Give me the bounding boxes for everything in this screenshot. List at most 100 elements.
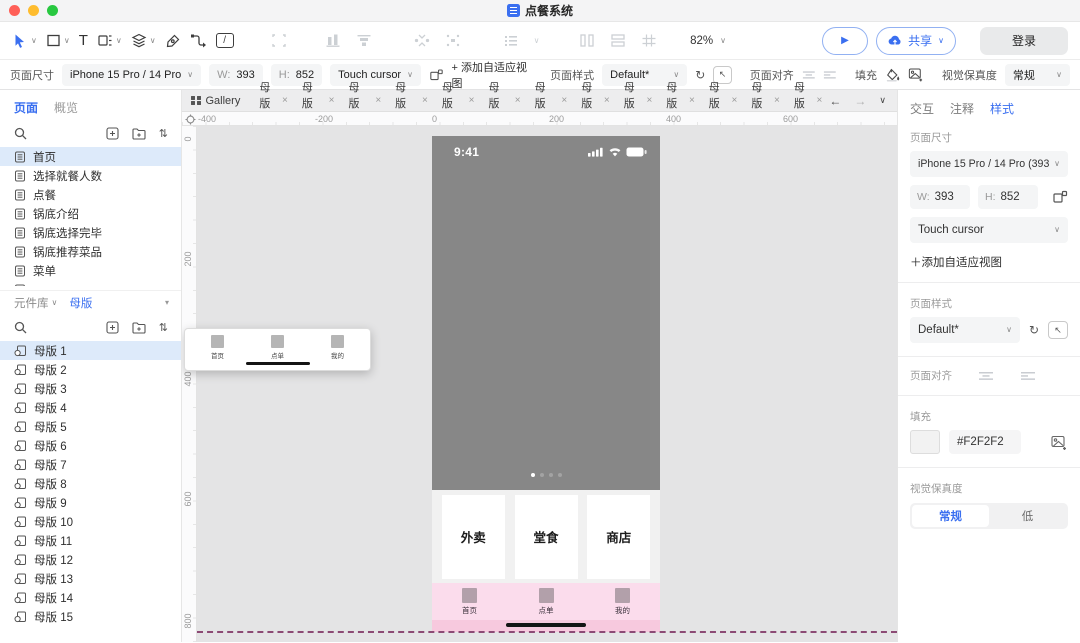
fidelity-option[interactable]: 低 — [989, 505, 1066, 527]
close-icon[interactable]: × — [604, 95, 610, 106]
bottom-nav-item[interactable]: 我的 — [615, 588, 630, 616]
tab-style[interactable]: 样式 — [990, 100, 1014, 117]
align-rows-left-icon[interactable] — [1020, 370, 1036, 382]
master-list-item[interactable]: 母版 6 — [0, 436, 181, 455]
preview-play-button[interactable]: ▶ — [822, 27, 868, 55]
tabs-forward-icon[interactable]: → — [854, 94, 866, 108]
reset-style-icon[interactable]: ↻ — [695, 68, 705, 82]
chevron-down-icon[interactable]: ∨ — [31, 37, 37, 45]
canvas-tab[interactable]: 母版 5 × — [744, 90, 787, 112]
slash-command-button[interactable]: / — [216, 33, 234, 48]
page-list-item[interactable]: 锅底推荐菜品 — [0, 242, 181, 261]
pick-style-icon[interactable]: ↖ — [1048, 321, 1068, 339]
height-field[interactable]: H: 852 — [978, 185, 1038, 209]
fill-swatch[interactable] — [910, 430, 940, 454]
width-field[interactable]: W: 393 — [910, 185, 970, 209]
fill-hex-field[interactable]: #F2F2F2 — [949, 430, 1021, 454]
master-preview-popup[interactable]: 首页 点单 我的 — [184, 328, 371, 371]
close-icon[interactable]: × — [469, 95, 475, 106]
cursor-style-select[interactable]: Touch cursor ∨ — [910, 217, 1068, 243]
close-icon[interactable]: × — [561, 95, 567, 106]
canvas-viewport[interactable]: 0200400600800 9:41 — [182, 126, 897, 642]
canvas-tab[interactable]: 母版 12 × — [435, 90, 482, 112]
close-icon[interactable]: × — [375, 95, 381, 106]
bottom-nav-item[interactable]: 首页 — [462, 588, 477, 616]
adaptive-link-icon[interactable] — [1052, 190, 1068, 204]
master-list-item[interactable]: 母版 11 — [0, 531, 181, 550]
close-icon[interactable]: × — [731, 95, 737, 106]
filter-caret-icon[interactable]: ▾ — [165, 298, 169, 307]
search-icon[interactable] — [14, 127, 27, 140]
page-list-item[interactable]: 锅底选择完毕 — [0, 223, 181, 242]
page-list-item[interactable]: 首页 — [0, 147, 181, 166]
canvas-tab[interactable]: 母版 9 × — [574, 90, 617, 112]
master-list-item[interactable]: 母版 5 — [0, 417, 181, 436]
shape-tool-button[interactable]: ∨ — [46, 33, 70, 48]
layers-tool-button[interactable]: ∨ — [131, 33, 156, 48]
add-page-icon[interactable] — [106, 127, 119, 140]
canvas-tab[interactable]: 母版 6 × — [702, 90, 745, 112]
home-card[interactable]: 堂食 — [515, 495, 578, 579]
close-icon[interactable]: × — [329, 95, 335, 106]
canvas-tab[interactable]: 母版 8 × — [617, 90, 660, 112]
close-icon[interactable]: × — [689, 95, 695, 106]
zoom-window-button[interactable] — [47, 5, 58, 16]
page-list-item[interactable]: 锅底介绍 — [0, 204, 181, 223]
sort-icon[interactable]: ⇅ — [159, 127, 168, 140]
close-icon[interactable]: × — [646, 95, 652, 106]
chevron-down-icon[interactable]: ∨ — [938, 37, 944, 45]
canvas-tab[interactable]: 母版 14 × — [342, 90, 389, 112]
device-preset-select[interactable]: iPhone 15 Pro / 14 Pro (393 × 852) ∨ — [910, 151, 1068, 177]
paint-bucket-icon[interactable] — [885, 67, 900, 83]
home-card[interactable]: 商店 — [587, 495, 650, 579]
canvas-tab[interactable]: 母版 1 × — [252, 90, 295, 112]
fidelity-option[interactable]: 常规 — [912, 505, 989, 527]
canvas-tab[interactable]: 母版 10 × — [528, 90, 575, 112]
tabs-back-icon[interactable]: ← — [829, 94, 841, 108]
master-list-item[interactable]: 母版 3 — [0, 379, 181, 398]
sort-icon[interactable]: ⇅ — [159, 321, 168, 334]
tab-overview[interactable]: 概览 — [54, 99, 78, 116]
add-master-icon[interactable] — [106, 321, 119, 334]
align-rows-left-icon[interactable] — [823, 69, 837, 81]
master-list-item[interactable]: 母版 15 — [0, 607, 181, 626]
master-list-item[interactable]: 母版 14 — [0, 588, 181, 607]
canvas-tab[interactable]: 母版 4 × — [787, 90, 830, 112]
close-window-button[interactable] — [9, 5, 20, 16]
artboard-homepage[interactable]: 9:41 外卖 堂食 — [432, 136, 660, 632]
canvas-tab[interactable]: 母版 11 × — [481, 90, 527, 112]
connector-tool-button[interactable] — [190, 33, 207, 48]
move-tool-button[interactable]: ∨ — [12, 33, 37, 49]
tab-interaction[interactable]: 交互 — [910, 100, 934, 117]
image-fill-icon[interactable] — [1050, 435, 1068, 450]
frame-tool-button[interactable]: ∨ — [97, 33, 122, 48]
add-folder-icon[interactable] — [132, 322, 146, 334]
minimize-window-button[interactable] — [28, 5, 39, 16]
share-button[interactable]: 共享 ∨ — [876, 27, 956, 55]
canvas-tab[interactable]: 母版 7 × — [659, 90, 702, 112]
pen-tool-button[interactable] — [165, 33, 181, 49]
page-list-item[interactable]: 选择就餐人数 — [0, 166, 181, 185]
canvas-tab[interactable]: 母版 15 × — [295, 90, 342, 112]
close-icon[interactable]: × — [422, 95, 428, 106]
tab-masters[interactable]: 母版 — [69, 295, 92, 311]
tabs-list-icon[interactable]: ∨ — [879, 96, 886, 105]
text-tool-button[interactable]: T — [79, 32, 88, 49]
master-list-item[interactable]: 母版 4 — [0, 398, 181, 417]
canvas-tab[interactable]: 母版 13 × — [388, 90, 435, 112]
search-icon[interactable] — [14, 321, 27, 334]
reset-style-icon[interactable]: ↻ — [1029, 323, 1039, 337]
page-list-item-clipped[interactable] — [0, 280, 181, 286]
fidelity-dropdown[interactable]: 常规 ∨ — [1005, 64, 1070, 86]
zoom-level-dropdown[interactable]: 82% ∨ — [690, 35, 726, 47]
chevron-down-icon[interactable]: ∨ — [64, 37, 70, 45]
page-list-item[interactable]: 点餐 — [0, 185, 181, 204]
add-folder-icon[interactable] — [132, 128, 146, 140]
master-list-item[interactable]: 母版 12 — [0, 550, 181, 569]
login-button[interactable]: 登录 — [980, 27, 1068, 55]
master-list-item[interactable]: 母版 7 — [0, 455, 181, 474]
align-rows-center-icon[interactable] — [978, 370, 994, 382]
master-list-item[interactable]: 母版 10 — [0, 512, 181, 531]
master-list-item[interactable]: 母版 8 — [0, 474, 181, 493]
page-style-select[interactable]: Default* ∨ — [910, 317, 1020, 343]
